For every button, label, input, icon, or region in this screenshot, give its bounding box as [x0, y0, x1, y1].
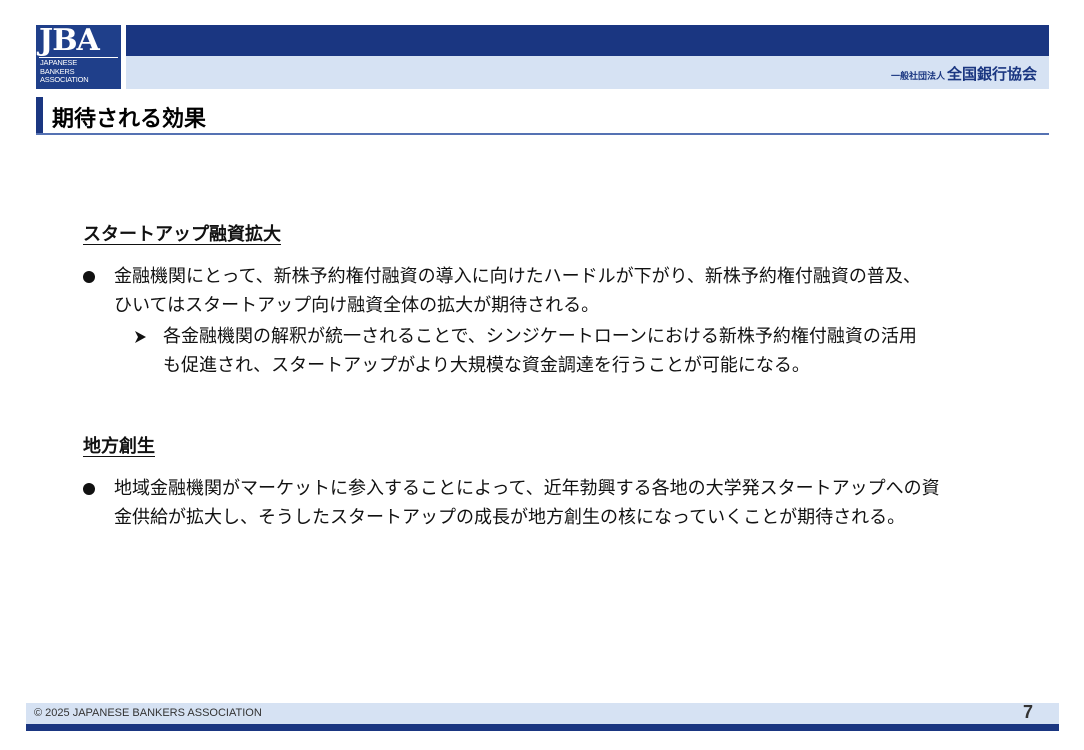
title-underline [36, 133, 1049, 135]
sub-bullet-text: 各金融機関の解釈が統一されることで、シンジケートローンにおける新株予約権付融資の… [163, 322, 917, 380]
section-heading-regional-revitalization: 地方創生 [83, 436, 155, 457]
jba-logo: JBA JAPANESE BANKERS ASSOCIATION [36, 23, 121, 89]
bullet-line: 金融機関にとって、新株予約権付融資の導入に向けたハードルが下がり、新株予約権付融… [114, 266, 921, 287]
header-band-dark [126, 25, 1049, 56]
org-name: 全国銀行協会 [946, 65, 1037, 83]
bullet-text: 地域金融機関がマーケットに参入することによって、近年勃興する各地の大学発スタート… [114, 474, 940, 532]
header-band-light: 一般社団法人 全国銀行協会 [126, 56, 1049, 89]
arrow-bullet-icon [135, 331, 146, 343]
sub-bullet-line: 各金融機関の解釈が統一されることで、シンジケートローンにおける新株予約権付融資の… [163, 326, 917, 347]
bullet-dot-icon [83, 483, 95, 495]
page-number: 7 [1022, 702, 1033, 722]
section-heading-startup-financing: スタートアップ融資拡大 [83, 224, 281, 245]
bullet-line: 金供給が拡大し、そうしたスタートアップの成長が地方創生の核になっていくことが期待… [114, 507, 906, 528]
page-title: 期待される効果 [52, 107, 207, 132]
footer: © 2025 JAPANESE BANKERS ASSOCIATION 7 [26, 702, 1059, 724]
copyright-text: © 2025 JAPANESE BANKERS ASSOCIATION [34, 707, 262, 719]
logo-mark: JBA [39, 23, 100, 58]
organization-name: 一般社団法人 全国銀行協会 [891, 63, 1037, 84]
bullet-dot-icon [83, 271, 95, 283]
logo-subtitle: JAPANESE BANKERS ASSOCIATION [40, 58, 120, 85]
bullet-text: 金融機関にとって、新株予約権付融資の導入に向けたハードルが下がり、新株予約権付融… [114, 262, 921, 320]
sub-bullet-line: も促進され、スタートアップがより大規模な資金調達を行うことが可能になる。 [163, 355, 810, 376]
footer-band-dark [26, 724, 1059, 731]
org-prefix: 一般社団法人 [890, 72, 945, 82]
bullet-line: ひいてはスタートアップ向け融資全体の拡大が期待される。 [114, 295, 600, 316]
bullet-line: 地域金融機関がマーケットに参入することによって、近年勃興する各地の大学発スタート… [114, 478, 940, 499]
title-accent-bar [36, 97, 43, 134]
logo-subtitle-line: ASSOCIATION [40, 75, 89, 84]
